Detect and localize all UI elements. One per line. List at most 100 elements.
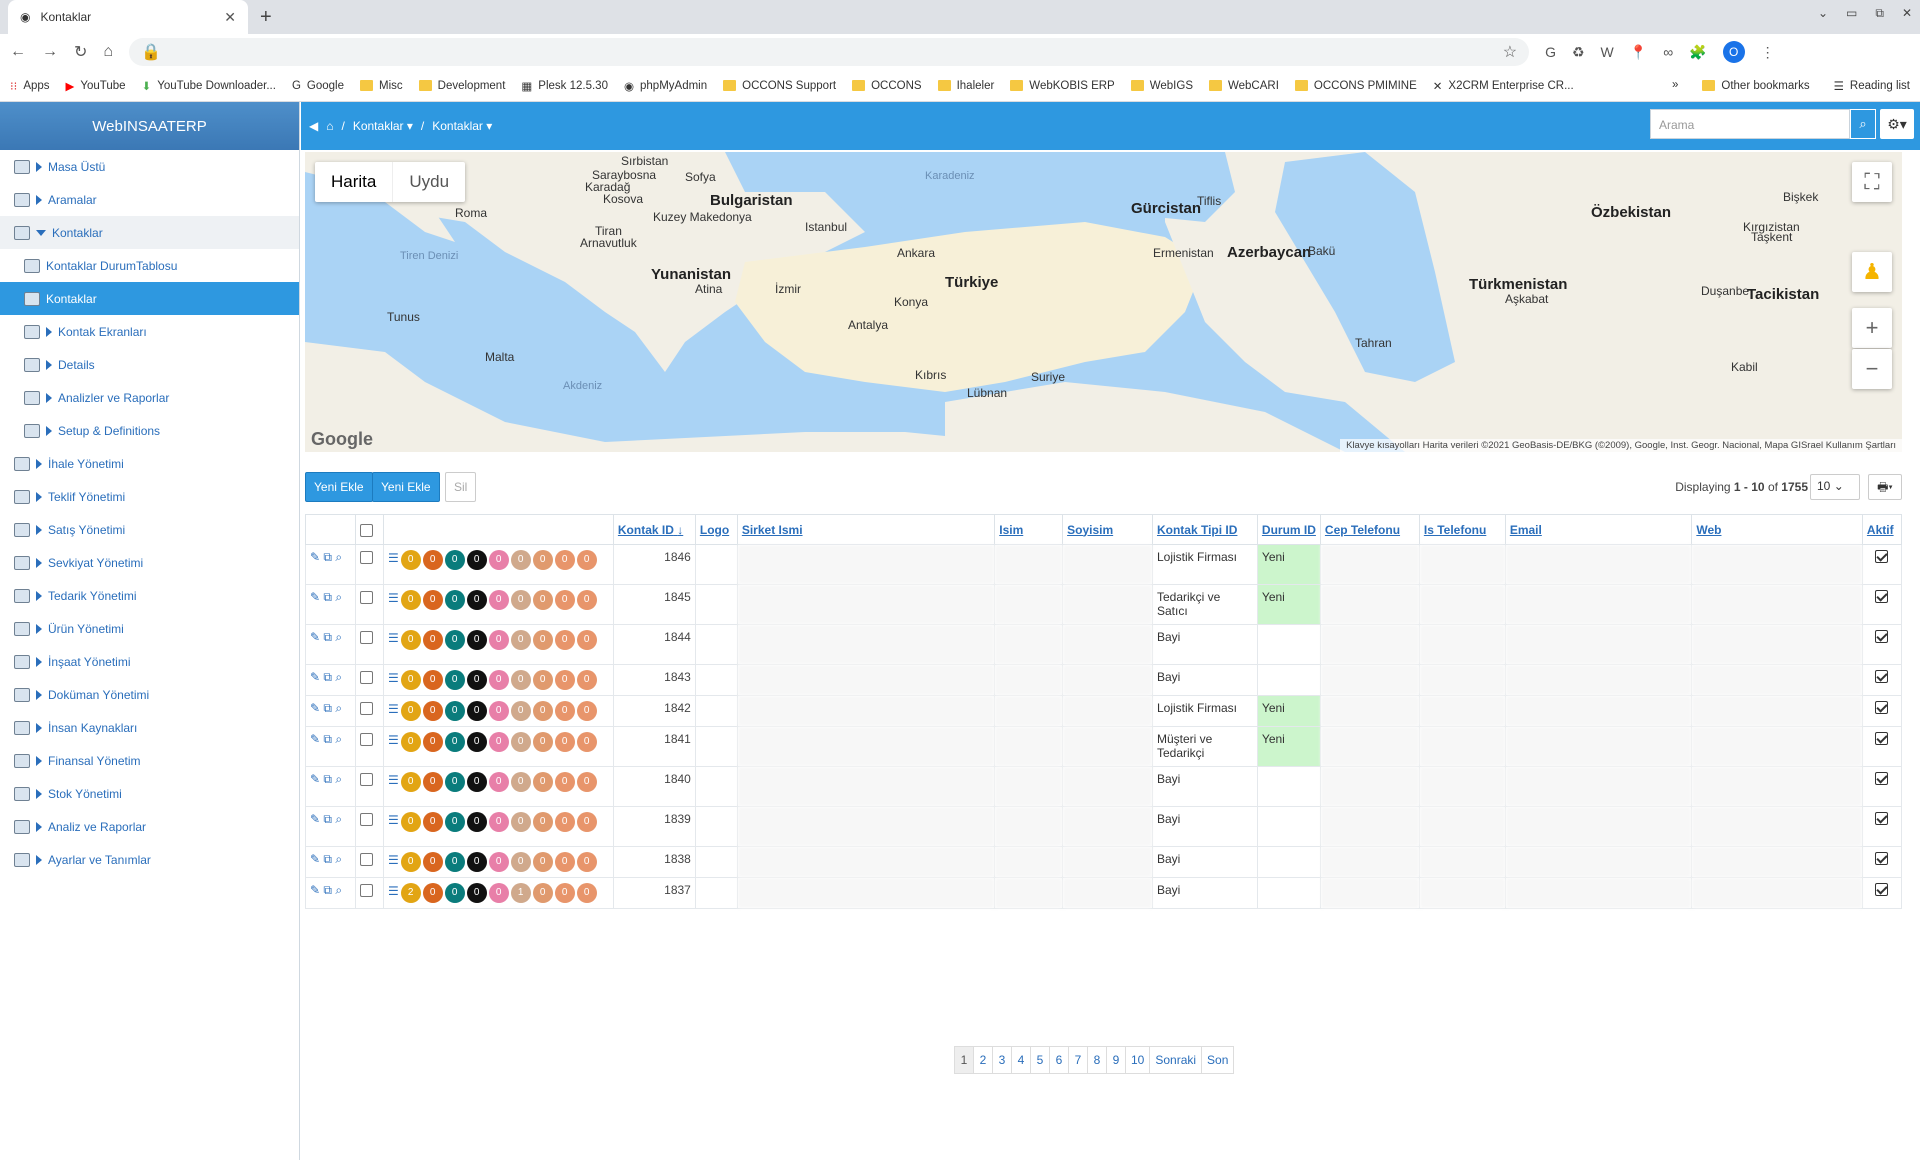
bookmarks-overflow-icon[interactable]: » (1672, 79, 1678, 93)
view-search-icon[interactable]: ⌕ (335, 852, 342, 866)
bookmark-google[interactable]: G Google (292, 80, 344, 92)
row-checkbox[interactable] (359, 773, 373, 787)
sidebar-item-4[interactable]: Kontaklar (0, 282, 299, 315)
copy-icon[interactable]: ⧉ (323, 550, 332, 564)
copy-icon[interactable]: ⧉ (323, 812, 332, 826)
count-badge[interactable]: 0 (400, 852, 421, 872)
count-badge[interactable]: 0 (554, 701, 575, 721)
aktif-checkbox[interactable] (1875, 550, 1889, 563)
list-icon[interactable]: ☰ (388, 884, 399, 898)
table-row[interactable]: ✎ ⧉ ⌕ ☰ 0 0 0 0 0 0 0 0 0 1838 Bayi (305, 846, 1903, 878)
zoom-in-button[interactable]: + (1852, 308, 1892, 348)
list-icon[interactable]: ☰ (388, 671, 399, 685)
browser-tab[interactable]: ◉ Kontaklar ✕ (8, 0, 248, 34)
count-badge[interactable]: 0 (532, 550, 553, 570)
bookmark-plesk[interactable]: ▦ Plesk 12.5.30 (521, 79, 608, 93)
page-last-link[interactable]: Son (1201, 1046, 1235, 1074)
brand-title[interactable]: WebINSAATERP (0, 102, 299, 150)
row-checkbox[interactable] (359, 853, 373, 867)
count-badge[interactable]: 0 (554, 772, 575, 792)
table-row[interactable]: ✎ ⧉ ⌕ ☰ 0 0 0 0 0 0 0 0 0 1841 Müşteri ve Tedarikçi Y… (305, 726, 1903, 767)
count-badge[interactable]: 0 (576, 550, 597, 570)
sidebar-item-15[interactable]: İnşaat Yönetimi (0, 645, 299, 678)
edit-icon[interactable]: ✎ (310, 670, 320, 684)
new-tab-button[interactable]: + (260, 6, 272, 29)
count-badge[interactable]: 0 (444, 550, 465, 570)
sidebar-item-3[interactable]: Kontaklar DurumTablosu (0, 249, 299, 282)
list-icon[interactable]: ☰ (388, 702, 399, 716)
count-badge[interactable]: 0 (422, 883, 443, 903)
page-size-select[interactable]: 10 ⌄ (1810, 474, 1860, 500)
row-select[interactable] (354, 846, 384, 878)
map-credits[interactable]: Klavye kısayolları Harita verileri ©2021… (1340, 439, 1902, 452)
w-extension-icon[interactable]: W (1601, 44, 1614, 60)
aktif-checkbox[interactable] (1875, 732, 1889, 745)
recycle-icon[interactable]: ♻ (1572, 44, 1585, 61)
sidebar-item-20[interactable]: Analiz ve Raporlar (0, 810, 299, 843)
cell-aktif[interactable] (1861, 544, 1903, 585)
row-select[interactable] (354, 806, 384, 847)
copy-icon[interactable]: ⧉ (323, 590, 332, 604)
page-link[interactable]: 2 (973, 1046, 993, 1074)
sidebar-item-8[interactable]: Setup & Definitions (0, 414, 299, 447)
page-link[interactable]: 10 (1125, 1046, 1151, 1074)
back-icon[interactable]: ← (10, 43, 26, 61)
search-input[interactable]: Arama (1650, 109, 1850, 139)
count-badge[interactable]: 0 (554, 812, 575, 832)
row-select[interactable] (354, 664, 384, 696)
count-badge[interactable]: 0 (466, 812, 487, 832)
count-badge[interactable]: 0 (554, 732, 575, 752)
page-link[interactable]: 6 (1049, 1046, 1069, 1074)
map-toggle-uydu[interactable]: Uydu (392, 162, 465, 202)
view-search-icon[interactable]: ⌕ (335, 701, 342, 715)
count-badge[interactable]: 0 (532, 670, 553, 690)
sidebar-item-1[interactable]: Aramalar (0, 183, 299, 216)
bookmark-reading-list[interactable]: ☰ Reading list (1834, 79, 1910, 93)
count-badge[interactable]: 0 (510, 630, 531, 650)
bookmark-youtube[interactable]: ▶ YouTube (66, 79, 126, 93)
count-badge[interactable]: 0 (488, 812, 509, 832)
delete-button[interactable]: Sil (445, 472, 477, 502)
copy-icon[interactable]: ⧉ (323, 883, 332, 897)
cell-aktif[interactable] (1861, 877, 1903, 909)
list-icon[interactable]: ☰ (388, 591, 399, 605)
list-icon[interactable]: ☰ (388, 551, 399, 565)
count-badge[interactable]: 0 (576, 852, 597, 872)
count-badge[interactable]: 0 (510, 732, 531, 752)
count-badge[interactable]: 0 (466, 670, 487, 690)
sidebar-item-0[interactable]: Masa Üstü (0, 150, 299, 183)
view-search-icon[interactable]: ⌕ (335, 550, 342, 564)
copy-icon[interactable]: ⧉ (323, 630, 332, 644)
table-row[interactable]: ✎ ⧉ ⌕ ☰ 0 0 0 0 0 0 0 0 0 1840 Bayi (305, 766, 1903, 807)
count-badge[interactable]: 0 (510, 701, 531, 721)
aktif-checkbox[interactable] (1875, 630, 1889, 643)
edit-icon[interactable]: ✎ (310, 590, 320, 604)
count-badge[interactable]: 0 (554, 852, 575, 872)
col-isim[interactable]: Isim (994, 514, 1064, 545)
table-row[interactable]: ✎ ⧉ ⌕ ☰ 0 0 0 0 0 0 0 0 0 1842 Lojistik Firması Yeni (305, 695, 1903, 727)
copy-icon[interactable]: ⧉ (323, 772, 332, 786)
copy-icon[interactable]: ⧉ (323, 852, 332, 866)
count-badge[interactable]: 0 (444, 590, 465, 610)
aktif-checkbox[interactable] (1875, 772, 1889, 785)
bookmark-x2crm[interactable]: ✕ X2CRM Enterprise CR... (1433, 79, 1574, 93)
count-badge[interactable]: 0 (488, 732, 509, 752)
cell-aktif[interactable] (1861, 664, 1903, 696)
count-badge[interactable]: 0 (422, 732, 443, 752)
count-badge[interactable]: 0 (510, 550, 531, 570)
cell-aktif[interactable] (1861, 766, 1903, 807)
close-icon[interactable]: ✕ (224, 9, 236, 26)
count-badge[interactable]: 0 (488, 550, 509, 570)
page-link[interactable]: 9 (1106, 1046, 1126, 1074)
edit-icon[interactable]: ✎ (310, 852, 320, 866)
bookmark-misc[interactable]: Misc (360, 80, 403, 92)
copy-icon[interactable]: ⧉ (323, 701, 332, 715)
settings-button[interactable]: ⚙▾ (1880, 109, 1914, 139)
count-badge[interactable]: 0 (510, 812, 531, 832)
col-select-all[interactable] (354, 514, 384, 545)
sidebar-item-6[interactable]: Details (0, 348, 299, 381)
page-link[interactable]: 1 (954, 1046, 974, 1074)
view-search-icon[interactable]: ⌕ (335, 812, 342, 826)
count-badge[interactable]: 0 (444, 670, 465, 690)
table-row[interactable]: ✎ ⧉ ⌕ ☰ 2 0 0 0 0 1 0 0 0 1837 Bayi (305, 877, 1903, 909)
